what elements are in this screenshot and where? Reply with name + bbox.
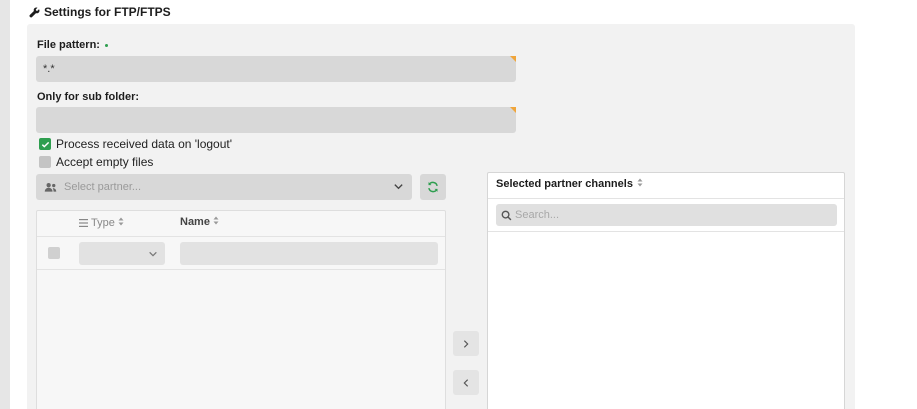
refresh-button[interactable] xyxy=(420,174,446,200)
file-pattern-value: *.* xyxy=(43,63,55,75)
file-pattern-label: File pattern: xyxy=(37,39,108,51)
wrench-icon xyxy=(29,6,40,18)
refresh-icon xyxy=(428,181,438,193)
remove-channel-button[interactable] xyxy=(453,370,479,395)
accept-empty-label: Accept empty files xyxy=(56,155,154,169)
search-placeholder: Search... xyxy=(515,209,560,221)
file-pattern-input[interactable]: *.* xyxy=(36,56,516,82)
sort-icon xyxy=(213,216,219,228)
filter-divider xyxy=(37,269,445,270)
section-title-text: Settings for FTP/FTPS xyxy=(44,5,171,19)
header-divider xyxy=(488,198,844,199)
type-filter-select[interactable] xyxy=(79,242,165,265)
section-title: Settings for FTP/FTPS xyxy=(29,5,171,19)
drag-handle-icon xyxy=(79,219,88,227)
column-header-type-label: Type xyxy=(91,217,115,229)
required-corner-marker xyxy=(510,56,516,62)
process-logout-label: Process received data on 'logout' xyxy=(56,137,233,151)
users-icon xyxy=(44,182,57,192)
accept-empty-checkbox[interactable] xyxy=(39,156,51,168)
column-header-name[interactable]: Name xyxy=(180,216,219,228)
sort-icon xyxy=(118,217,124,229)
add-channel-button[interactable] xyxy=(453,331,479,356)
chevron-down-icon xyxy=(394,184,403,190)
sub-folder-label-text: Only for sub folder: xyxy=(37,91,140,103)
select-all-checkbox[interactable] xyxy=(48,247,60,259)
selected-channels-header[interactable]: Selected partner channels xyxy=(496,178,643,190)
chevron-left-icon xyxy=(463,378,469,387)
column-header-name-label: Name xyxy=(180,216,210,228)
name-filter-input[interactable] xyxy=(180,242,438,265)
required-corner-marker xyxy=(510,107,516,113)
left-rail xyxy=(0,0,10,409)
accept-empty-option[interactable]: Accept empty files xyxy=(39,155,153,169)
column-header-type[interactable]: Type xyxy=(79,217,124,229)
sub-folder-input[interactable] xyxy=(36,107,516,133)
partner-select[interactable]: Select partner... xyxy=(36,174,412,200)
sort-icon xyxy=(637,178,643,190)
selected-channels-panel: Selected partner channels Search... xyxy=(487,172,845,409)
process-logout-checkbox[interactable] xyxy=(39,138,51,150)
required-dot xyxy=(104,43,108,47)
file-pattern-label-text: File pattern: xyxy=(37,39,100,51)
search-icon xyxy=(501,210,512,220)
chevron-down-icon xyxy=(149,251,157,257)
search-divider xyxy=(488,231,844,232)
partner-table: Type Name xyxy=(36,210,446,409)
checkmark-icon xyxy=(41,141,49,148)
header-divider xyxy=(37,236,445,237)
process-logout-option[interactable]: Process received data on 'logout' xyxy=(39,137,232,151)
sub-folder-label: Only for sub folder: xyxy=(37,91,139,103)
channel-search-input[interactable]: Search... xyxy=(496,204,837,226)
chevron-right-icon xyxy=(463,339,469,348)
partner-select-placeholder: Select partner... xyxy=(64,181,142,193)
selected-channels-title: Selected partner channels xyxy=(496,178,633,190)
